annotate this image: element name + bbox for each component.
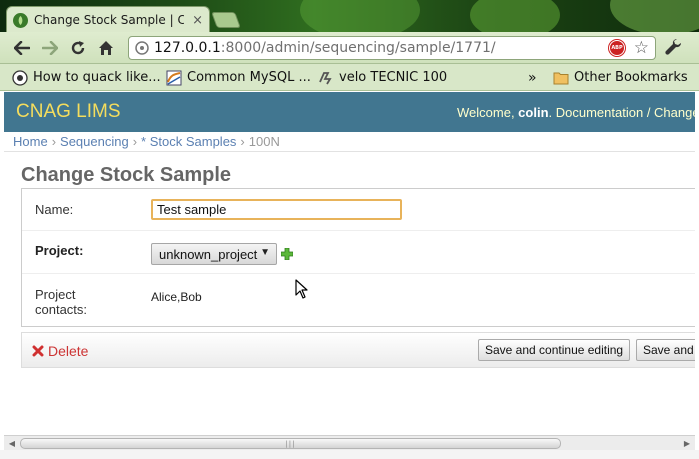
arrow-left-icon [14,41,30,55]
reload-icon [71,41,85,55]
breadcrumb-app[interactable]: Sequencing [60,134,129,149]
user-tools-separator: / [643,105,655,120]
contacts-value: Alice,Bob [151,290,202,304]
bookmark-star-icon[interactable]: ☆ [634,38,649,58]
add-project-icon[interactable] [280,247,294,261]
submit-row: Delete Save and continue editing Save an… [21,332,695,368]
other-bookmarks-button[interactable]: Other Bookmarks [553,68,688,87]
url-path: :8000/admin/sequencing/sample/1771/ [220,40,496,56]
bookmark-label: velo TECNIC 100 [339,70,448,85]
tab-favicon-icon [13,12,28,28]
page-viewport: CNAG LIMS Welcome, colin. Documentation … [4,92,695,435]
name-label: Name: [35,202,74,217]
delete-label: Delete [48,343,89,359]
browser-titlebar: Change Stock Sample | CNA × [0,0,699,32]
theme-decoration [610,0,699,32]
bookmark-item[interactable]: How to quack like... [12,68,161,87]
bookmarks-overflow-button[interactable]: » [528,68,537,87]
breadcrumb-model[interactable]: * Stock Samples [141,134,236,149]
project-label: Project: [35,243,84,258]
horizontal-scrollbar[interactable]: ◀ ||| ▶ [4,435,695,450]
tab-close-icon[interactable]: × [192,13,203,28]
arrow-right-icon [42,41,58,55]
scroll-right-icon[interactable]: ▶ [680,437,694,450]
welcome-prefix: Welcome, [457,105,519,120]
wrench-icon[interactable] [664,38,684,58]
home-icon [99,41,113,55]
save-add-another-button[interactable]: Save and add another [636,339,695,361]
duck-icon [12,69,28,86]
back-button[interactable] [12,38,32,58]
form-row-project: Project: unknown_project ▼ [22,231,695,274]
project-select[interactable]: unknown_project ▼ [151,243,277,265]
window-frame [0,450,699,459]
tab-title: Change Stock Sample | CNA [34,13,184,27]
site-branding[interactable]: CNAG LIMS [16,101,121,123]
bookmark-label: Common MySQL ... [187,70,311,85]
change-form-fieldset: Name: Project: unknown_project ▼ Project… [21,188,695,327]
contacts-label: Project contacts: [35,287,87,317]
browser-tab-active[interactable]: Change Stock Sample | CNA × [6,6,210,32]
reload-button[interactable] [68,38,88,58]
documentation-link[interactable]: Documentation [556,105,643,120]
contacts-label-line-1: Project [35,287,76,302]
breadcrumb: Home › Sequencing › * Stock Samples › 10… [4,132,695,152]
adblock-icon[interactable]: ABP [609,40,625,56]
velo-icon [318,70,334,86]
site-header: CNAG LIMS Welcome, colin. Documentation … [4,92,695,132]
breadcrumb-home[interactable]: Home [13,134,48,149]
delete-link[interactable]: Delete [32,343,88,359]
welcome-suffix: . [548,105,556,120]
page-icon [135,41,149,55]
project-selected-value: unknown_project [159,246,258,262]
scrollbar-thumb[interactable]: ||| [20,438,561,449]
scrollbar-grip-icon: ||| [285,439,296,448]
mysql-icon [166,70,182,86]
theme-decoration [300,0,420,32]
forward-button[interactable] [40,38,60,58]
username: colin [518,105,549,120]
name-field[interactable] [151,199,402,220]
bookmarks-bar: How to quack like... Common MySQL ... ve… [0,64,699,91]
breadcrumb-current: 100N [248,134,280,149]
delete-icon [32,345,44,357]
mouse-cursor-icon [295,279,308,299]
bookmark-item[interactable]: Common MySQL ... [166,68,311,87]
other-bookmarks-label: Other Bookmarks [574,70,688,85]
home-button[interactable] [96,38,116,58]
breadcrumb-separator: › [240,134,245,149]
bookmark-label: How to quack like... [33,70,161,85]
breadcrumb-separator: › [132,134,138,149]
scroll-left-icon[interactable]: ◀ [5,437,19,450]
page-title: Change Stock Sample [21,164,232,186]
theme-decoration [470,0,560,32]
folder-icon [553,70,569,86]
chevron-down-icon: ▼ [260,247,270,258]
user-tools: Welcome, colin. Documentation / Change p… [457,105,695,120]
breadcrumb-separator: › [51,134,57,149]
url-host: 127.0.0.1 [154,40,221,56]
browser-toolbar: 127.0.0.1:8000/admin/sequencing/sample/1… [0,32,699,64]
new-tab-button[interactable] [211,12,241,28]
form-row-name: Name: [22,189,695,231]
overflow-chevron-icon: » [528,69,537,86]
save-continue-button[interactable]: Save and continue editing [478,339,631,361]
change-password-link[interactable]: Change password [654,105,695,120]
form-row-contacts: Project contacts: Alice,Bob [22,274,695,326]
address-bar[interactable]: 127.0.0.1:8000/admin/sequencing/sample/1… [128,36,656,60]
contacts-label-line-2: contacts: [35,302,88,317]
bookmark-item[interactable]: velo TECNIC 100 [318,68,447,87]
